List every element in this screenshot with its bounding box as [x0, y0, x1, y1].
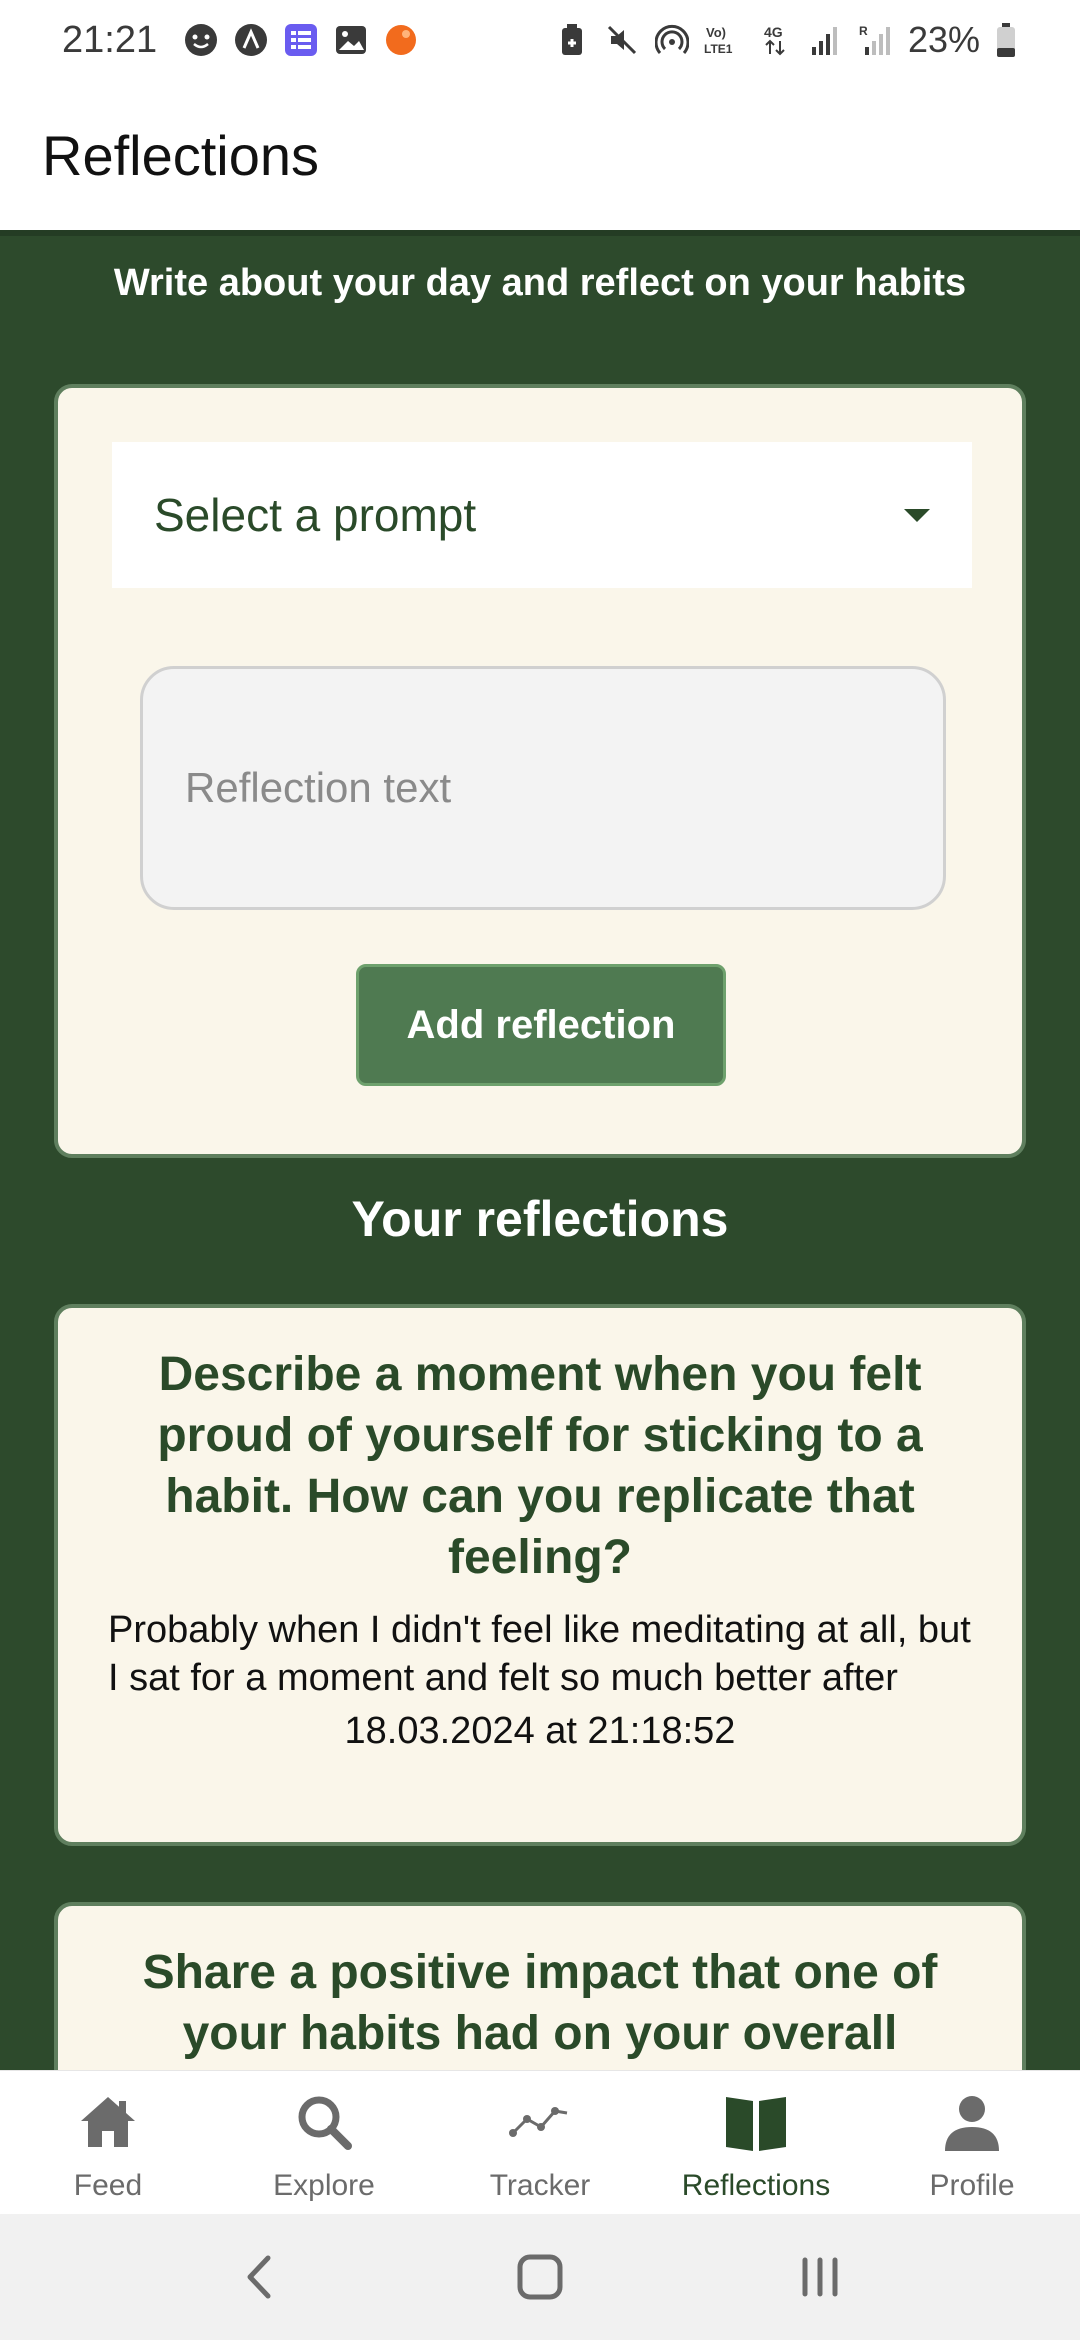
- person-icon: [945, 2096, 999, 2151]
- status-time: 21:21: [62, 18, 158, 61]
- svg-text:R: R: [859, 24, 868, 38]
- search-icon: [298, 2096, 352, 2150]
- app-header: Reflections: [0, 80, 1080, 230]
- reflection-text: Probably when I didn't feel like meditat…: [108, 1609, 971, 1699]
- prompt-select-label: Select a prompt: [154, 489, 477, 541]
- bottom-tab-bar: Feed Explore Tracker Reflections Profile: [0, 2070, 1080, 2214]
- home-square-icon: [517, 2254, 563, 2300]
- page-subtitle: Write about your day and reflect on your…: [113, 262, 967, 304]
- 4g-icon: 4G: [758, 22, 794, 58]
- reflection-date: 18.03.2024 at 21:18:52: [344, 1710, 736, 1752]
- recents-button[interactable]: [780, 2237, 860, 2317]
- reflection-card[interactable]: Describe a moment when you felt proud of…: [54, 1304, 1026, 1846]
- gallery-icon: [333, 22, 369, 58]
- add-reflection-button[interactable]: Add reflection: [356, 964, 726, 1086]
- tab-profile[interactable]: Profile: [864, 2071, 1080, 2214]
- tab-feed[interactable]: Feed: [0, 2071, 216, 2214]
- volte-icon: Vo) LTE1: [704, 22, 744, 58]
- signal-icon: [808, 22, 844, 58]
- back-button[interactable]: [220, 2237, 300, 2317]
- svg-text:4G: 4G: [764, 24, 783, 40]
- battery-saver-icon: [554, 22, 590, 58]
- home-icon: [81, 2097, 135, 2147]
- screen: 21:21 Vo) LTE1 4G R 23% Reflections Writ…: [0, 0, 1080, 2340]
- status-bar: 21:21 Vo) LTE1 4G R 23%: [0, 0, 1080, 80]
- list-app-icon: [283, 22, 319, 58]
- home-button[interactable]: [500, 2237, 580, 2317]
- prompt-select[interactable]: Select a prompt: [112, 442, 972, 588]
- tab-label: Reflections: [681, 2169, 831, 2202]
- svg-text:LTE1: LTE1: [704, 42, 733, 56]
- reflection-prompt: Share a positive impact that one of your…: [142, 1946, 938, 2060]
- face-icon: [183, 22, 219, 58]
- reflection-form-card: Select a prompt Add reflection: [54, 384, 1026, 1158]
- a-icon: [233, 22, 269, 58]
- recents-icon: [802, 2257, 838, 2297]
- system-nav-bar: [0, 2214, 1080, 2340]
- section-title-your-reflections: Your reflections: [351, 1191, 729, 1247]
- orange-dot-icon: [383, 22, 419, 58]
- page-title: Reflections: [42, 123, 320, 187]
- main-content[interactable]: Write about your day and reflect on your…: [0, 230, 1080, 2070]
- reflection-prompt: Describe a moment when you felt proud of…: [157, 1348, 923, 1584]
- tab-tracker[interactable]: Tracker: [432, 2071, 648, 2214]
- reflection-text-input[interactable]: [140, 666, 946, 910]
- svg-text:Vo): Vo): [706, 25, 726, 40]
- mute-icon: [604, 22, 640, 58]
- hotspot-icon: [654, 22, 690, 58]
- dropdown-caret-icon: [904, 508, 930, 522]
- signal-roaming-icon: R: [858, 22, 894, 58]
- tab-label: Explore: [273, 2169, 375, 2202]
- header-shadow: [0, 230, 1080, 236]
- tab-reflections[interactable]: Reflections: [648, 2071, 864, 2214]
- status-right: Vo) LTE1 4G R 23%: [554, 19, 1018, 61]
- tab-label: Tracker: [489, 2169, 591, 2202]
- book-open-icon: [726, 2097, 786, 2151]
- battery-icon: [994, 22, 1018, 58]
- tab-label: Feed: [73, 2169, 143, 2202]
- battery-percent: 23%: [907, 19, 980, 60]
- chart-line-icon: [509, 2107, 568, 2137]
- tab-label: Profile: [929, 2169, 1015, 2202]
- reflection-card[interactable]: Share a positive impact that one of your…: [54, 1902, 1026, 2070]
- status-left: 21:21: [62, 19, 419, 62]
- tab-explore[interactable]: Explore: [216, 2071, 432, 2214]
- chevron-left-icon: [247, 2255, 271, 2299]
